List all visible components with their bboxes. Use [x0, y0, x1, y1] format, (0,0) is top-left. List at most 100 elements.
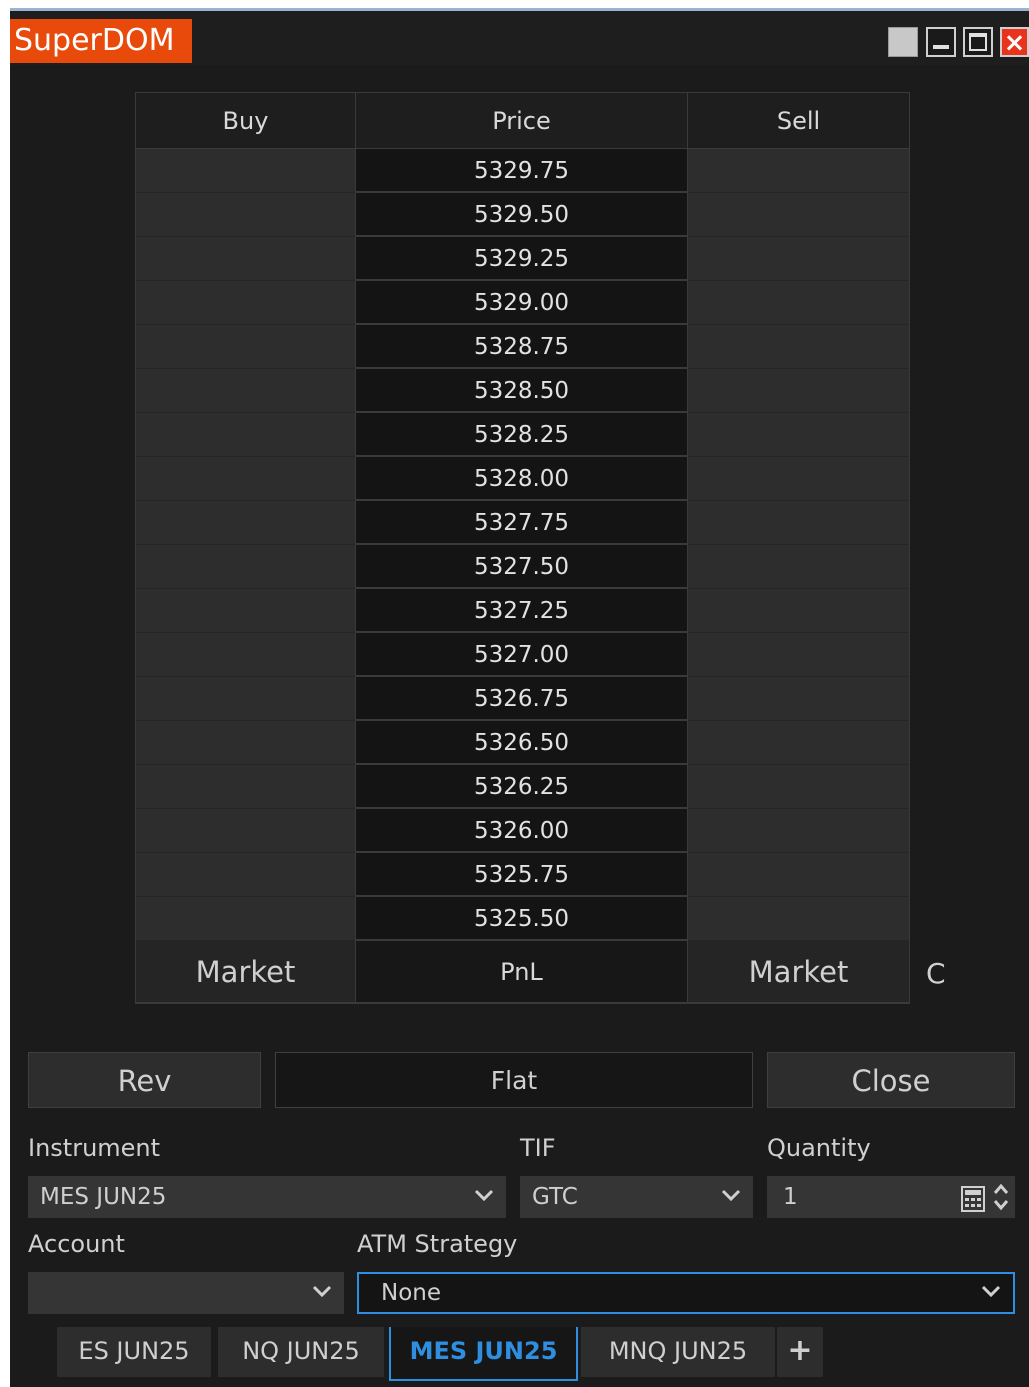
- superdom-window: SuperDOM × Buy Price Sell 5329.75 5329.50…: [10, 11, 1029, 1387]
- atm-strategy-select[interactable]: None: [357, 1272, 1015, 1314]
- buy-cell[interactable]: [136, 765, 356, 809]
- window-color-button[interactable]: [888, 27, 918, 57]
- buy-column-header: Buy: [136, 93, 356, 149]
- sell-cell[interactable]: [688, 589, 909, 633]
- ladder-row: 5329.50: [136, 193, 909, 237]
- buy-cell[interactable]: [136, 721, 356, 765]
- price-cell[interactable]: 5328.25: [356, 413, 688, 457]
- buy-cell[interactable]: [136, 237, 356, 281]
- account-select[interactable]: [28, 1272, 344, 1314]
- chevron-down-icon: [719, 1176, 745, 1218]
- buy-cell[interactable]: [136, 809, 356, 853]
- sell-cell[interactable]: [688, 853, 909, 897]
- sell-cell[interactable]: [688, 325, 909, 369]
- buy-cell[interactable]: [136, 589, 356, 633]
- tif-label: TIF: [520, 1134, 556, 1162]
- ladder-row: 5328.25: [136, 413, 909, 457]
- ladder-row: 5325.50: [136, 897, 909, 941]
- tif-value: GTC: [532, 1184, 578, 1210]
- ladder-header: Buy Price Sell: [136, 93, 909, 149]
- sell-cell[interactable]: [688, 765, 909, 809]
- window-title: SuperDOM: [10, 19, 192, 63]
- buy-cell[interactable]: [136, 897, 356, 941]
- tab-nq-jun25[interactable]: NQ JUN25: [218, 1327, 384, 1377]
- ladder-row: 5326.75: [136, 677, 909, 721]
- sell-cell[interactable]: [688, 369, 909, 413]
- price-cell[interactable]: 5329.50: [356, 193, 688, 237]
- buy-cell[interactable]: [136, 325, 356, 369]
- price-cell[interactable]: 5327.25: [356, 589, 688, 633]
- cancel-orders-button[interactable]: C: [926, 954, 956, 994]
- chevron-down-icon: [979, 1274, 1005, 1312]
- ladder-row: 5325.75: [136, 853, 909, 897]
- sell-cell[interactable]: [688, 413, 909, 457]
- minimize-button[interactable]: [926, 27, 956, 57]
- buy-cell[interactable]: [136, 149, 356, 193]
- tab-mnq-jun25[interactable]: MNQ JUN25: [581, 1327, 775, 1377]
- sell-cell[interactable]: [688, 677, 909, 721]
- sell-cell[interactable]: [688, 633, 909, 677]
- price-cell[interactable]: 5328.75: [356, 325, 688, 369]
- buy-cell[interactable]: [136, 677, 356, 721]
- sell-cell[interactable]: [688, 281, 909, 325]
- sell-cell[interactable]: [688, 501, 909, 545]
- close-position-button[interactable]: Close: [767, 1052, 1015, 1108]
- buy-cell[interactable]: [136, 193, 356, 237]
- maximize-button[interactable]: [963, 27, 993, 57]
- price-cell[interactable]: 5325.50: [356, 897, 688, 941]
- price-cell[interactable]: 5327.75: [356, 501, 688, 545]
- tab-mes-jun25[interactable]: MES JUN25: [389, 1327, 578, 1381]
- price-cell[interactable]: 5326.00: [356, 809, 688, 853]
- price-cell[interactable]: 5328.00: [356, 457, 688, 501]
- sell-market-button[interactable]: Market: [688, 941, 909, 1003]
- price-cell[interactable]: 5325.75: [356, 853, 688, 897]
- price-cell[interactable]: 5327.00: [356, 633, 688, 677]
- price-cell[interactable]: 5329.00: [356, 281, 688, 325]
- price-ladder: Buy Price Sell 5329.75 5329.50 5329.25 5329…: [135, 92, 910, 1004]
- quantity-input[interactable]: 1: [767, 1176, 1015, 1218]
- price-cell[interactable]: 5329.75: [356, 149, 688, 193]
- ladder-row: 5327.75: [136, 501, 909, 545]
- sell-cell[interactable]: [688, 193, 909, 237]
- buy-market-button[interactable]: Market: [136, 941, 356, 1003]
- title-bar[interactable]: SuperDOM ×: [10, 11, 1029, 65]
- sell-cell[interactable]: [688, 149, 909, 193]
- quantity-spinner-icon[interactable]: [993, 1182, 1009, 1226]
- buy-cell[interactable]: [136, 501, 356, 545]
- sell-cell[interactable]: [688, 897, 909, 941]
- close-window-button[interactable]: ×: [1000, 27, 1029, 57]
- ladder-row: 5329.75: [136, 149, 909, 193]
- buy-cell[interactable]: [136, 413, 356, 457]
- price-cell[interactable]: 5327.50: [356, 545, 688, 589]
- instrument-label: Instrument: [28, 1134, 161, 1162]
- tif-select[interactable]: GTC: [520, 1176, 753, 1218]
- chevron-down-icon: [472, 1176, 498, 1218]
- tab-es-jun25[interactable]: ES JUN25: [57, 1327, 211, 1377]
- price-column-header: Price: [356, 93, 688, 149]
- ladder-row: 5326.50: [136, 721, 909, 765]
- buy-cell[interactable]: [136, 545, 356, 589]
- add-tab-button[interactable]: +: [777, 1327, 823, 1377]
- calculator-icon[interactable]: [961, 1184, 985, 1226]
- sell-cell[interactable]: [688, 721, 909, 765]
- buy-cell[interactable]: [136, 853, 356, 897]
- reverse-button[interactable]: Rev: [28, 1052, 261, 1108]
- ladder-row: 5326.25: [136, 765, 909, 809]
- buy-cell[interactable]: [136, 281, 356, 325]
- flatten-button[interactable]: Flat: [275, 1052, 753, 1108]
- buy-cell[interactable]: [136, 369, 356, 413]
- buy-cell[interactable]: [136, 633, 356, 677]
- price-cell[interactable]: 5326.25: [356, 765, 688, 809]
- price-cell[interactable]: 5326.75: [356, 677, 688, 721]
- sell-cell[interactable]: [688, 809, 909, 853]
- pnl-display[interactable]: PnL: [356, 941, 688, 1003]
- sell-cell[interactable]: [688, 237, 909, 281]
- instrument-select[interactable]: MES JUN25: [28, 1176, 506, 1218]
- ladder-row: 5328.75: [136, 325, 909, 369]
- price-cell[interactable]: 5329.25: [356, 237, 688, 281]
- sell-cell[interactable]: [688, 545, 909, 589]
- sell-cell[interactable]: [688, 457, 909, 501]
- buy-cell[interactable]: [136, 457, 356, 501]
- price-cell[interactable]: 5326.50: [356, 721, 688, 765]
- price-cell[interactable]: 5328.50: [356, 369, 688, 413]
